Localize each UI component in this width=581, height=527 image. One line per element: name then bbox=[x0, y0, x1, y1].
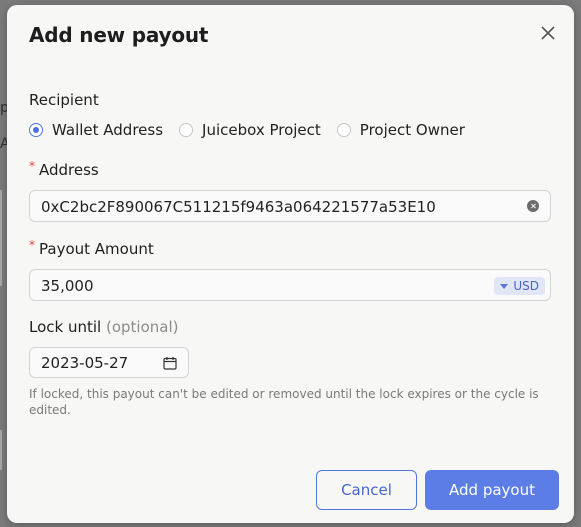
close-icon[interactable] bbox=[539, 24, 557, 42]
radio-label: Wallet Address bbox=[52, 121, 164, 139]
cancel-button[interactable]: Cancel bbox=[316, 470, 417, 510]
recipient-label: Recipient bbox=[29, 91, 99, 109]
lock-until-label-text: Lock until bbox=[29, 318, 102, 336]
modal-title: Add new payout bbox=[29, 23, 209, 47]
optional-hint: (optional) bbox=[105, 318, 179, 336]
radio-unchecked-icon[interactable] bbox=[179, 123, 194, 137]
radio-project-owner[interactable]: Project Owner bbox=[336, 121, 465, 139]
currency-select[interactable]: USD bbox=[494, 277, 545, 295]
clear-icon[interactable] bbox=[527, 200, 539, 212]
recipient-radio-group: Wallet Address Juicebox Project Project … bbox=[29, 121, 481, 139]
payout-amount-label: * Payout Amount bbox=[29, 238, 154, 258]
radio-juicebox-project[interactable]: Juicebox Project bbox=[179, 121, 321, 139]
radio-label: Project Owner bbox=[359, 121, 465, 139]
chevron-down-icon bbox=[500, 283, 509, 289]
radio-wallet-address[interactable]: Wallet Address bbox=[29, 121, 163, 139]
backdrop-divider bbox=[0, 190, 2, 286]
currency-value: USD bbox=[513, 279, 539, 293]
required-mark: * bbox=[29, 238, 35, 252]
lock-date-value: 2023-05-27 bbox=[41, 354, 129, 372]
lock-help-text: If locked, this payout can't be edited o… bbox=[29, 387, 539, 417]
address-label: * Address bbox=[29, 159, 99, 179]
payout-amount-label-text: Payout Amount bbox=[39, 240, 154, 258]
payout-amount-value: 35,000 bbox=[41, 277, 94, 295]
radio-label: Juicebox Project bbox=[202, 121, 321, 139]
calendar-icon[interactable] bbox=[163, 356, 177, 370]
required-mark: * bbox=[29, 159, 35, 173]
address-value: 0xC2bc2F890067C511215f9463a064221577a53E… bbox=[41, 198, 436, 216]
radio-checked-icon[interactable] bbox=[29, 123, 43, 137]
lock-date-input[interactable]: 2023-05-27 bbox=[29, 347, 189, 378]
payout-amount-input[interactable]: 35,000 USD bbox=[29, 269, 551, 301]
address-label-text: Address bbox=[39, 161, 99, 179]
add-payout-button[interactable]: Add payout bbox=[425, 470, 559, 510]
backdrop-divider bbox=[0, 430, 2, 470]
add-payout-modal: Add new payout Recipient Wallet Address … bbox=[7, 5, 574, 523]
lock-until-label: Lock until (optional) bbox=[29, 318, 178, 336]
radio-unchecked-icon[interactable] bbox=[336, 123, 351, 137]
address-input[interactable]: 0xC2bc2F890067C511215f9463a064221577a53E… bbox=[29, 190, 551, 222]
